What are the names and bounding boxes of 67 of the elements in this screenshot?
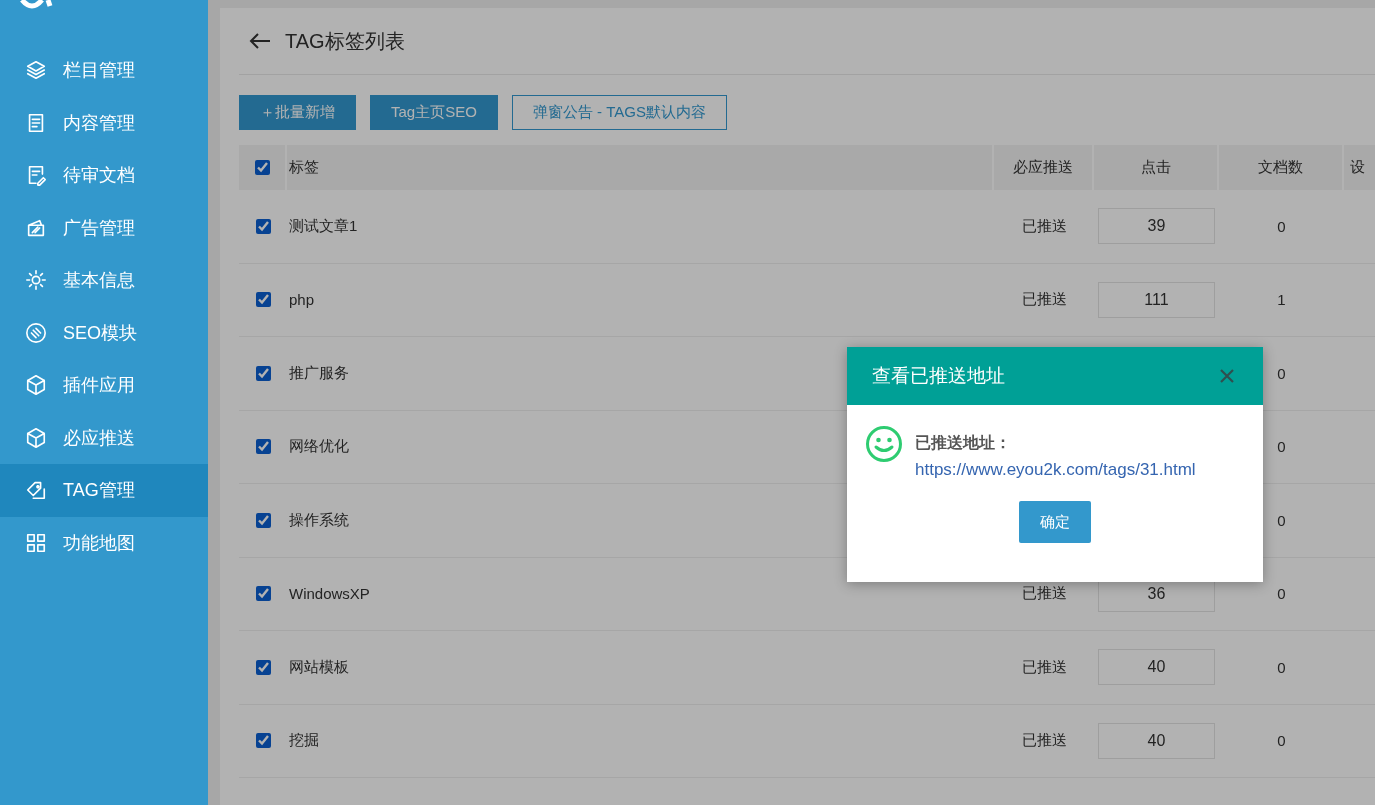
tag-name: 推广服务 — [289, 363, 349, 383]
push-status: 已推送 — [1021, 584, 1067, 604]
sidebar-item[interactable]: 基本信息 — [0, 254, 208, 307]
tag-name: 测试文章1 — [289, 216, 358, 236]
smiley-icon — [865, 425, 903, 463]
menu-item-icon — [25, 59, 47, 82]
column-header: 标签 — [287, 145, 994, 190]
sidebar-item[interactable]: TAG管理 — [0, 464, 208, 517]
menu-item-icon — [25, 269, 47, 292]
tag-name: 网络优化 — [289, 437, 349, 457]
confirm-button[interactable]: 确定 — [1019, 501, 1091, 543]
sidebar-item[interactable]: 必应推送 — [0, 411, 208, 464]
doc-count: 0 — [1277, 511, 1286, 529]
menu-item-icon — [25, 531, 47, 554]
tag-name: 网站模板 — [289, 657, 349, 677]
doc-count: 1 — [1277, 291, 1286, 309]
tag-name: 操作系统 — [289, 510, 349, 530]
tag-name: WindowsXP — [289, 585, 370, 603]
doc-count: 0 — [1277, 364, 1286, 382]
back-icon[interactable] — [249, 32, 271, 50]
sidebar-item[interactable]: 广告管理 — [0, 201, 208, 254]
menu-item-icon — [25, 374, 47, 397]
sidebar-item[interactable]: 内容管理 — [0, 96, 208, 149]
doc-count: 0 — [1277, 658, 1286, 676]
clicks-input[interactable]: 40 — [1098, 722, 1215, 759]
select-all-checkbox[interactable] — [254, 160, 270, 175]
sidebar-item[interactable]: 功能地图 — [0, 516, 208, 569]
sidebar-item[interactable]: 栏目管理 — [0, 44, 208, 97]
dialog-title: 查看已推送地址 — [872, 364, 1005, 388]
tag-name: php — [289, 291, 315, 309]
menu-item-icon — [25, 426, 47, 449]
clicks-input[interactable]: 111 — [1098, 281, 1215, 318]
push-status: 已推送 — [1021, 290, 1067, 310]
doc-count: 0 — [1277, 217, 1286, 235]
menu-item-icon — [25, 479, 47, 502]
push-status: 已推送 — [1021, 731, 1067, 751]
column-header: 必应推送 — [994, 145, 1094, 190]
row-checkbox[interactable] — [255, 586, 271, 602]
doc-count: 0 — [1277, 438, 1286, 456]
doc-count: 0 — [1277, 732, 1286, 750]
row-checkbox[interactable] — [255, 439, 271, 455]
column-header: 设 — [1344, 145, 1375, 190]
menu-item-icon — [25, 321, 47, 344]
page-title: TAG标签列表 — [285, 28, 405, 54]
toolbar-button[interactable]: 弹窗公告 - TAGS默认内容 — [511, 95, 727, 130]
column-header: 点击 — [1094, 145, 1219, 190]
tag-name: 挖掘 — [289, 731, 319, 751]
doc-count: 0 — [1277, 585, 1286, 603]
push-status: 已推送 — [1021, 216, 1067, 236]
toolbar-button[interactable]: ＋批量新增 — [239, 95, 356, 130]
row-checkbox[interactable] — [255, 659, 271, 675]
row-checkbox[interactable] — [255, 218, 271, 234]
close-icon[interactable] — [1219, 368, 1235, 384]
sidebar-item[interactable]: SEO模块 — [0, 306, 208, 359]
row-checkbox[interactable] — [255, 292, 271, 308]
toolbar-button[interactable]: Tag主页SEO — [370, 95, 498, 130]
pushed-url-link[interactable]: https://www.eyou2k.com/tags/31.html — [915, 460, 1196, 480]
clicks-input[interactable]: 39 — [1098, 208, 1215, 245]
row-checkbox[interactable] — [255, 733, 271, 749]
clicks-input[interactable]: 40 — [1098, 649, 1215, 686]
row-checkbox[interactable] — [255, 365, 271, 381]
sidebar-item[interactable]: 待审文档 — [0, 149, 208, 202]
column-header: 文档数 — [1219, 145, 1344, 190]
push-status: 已推送 — [1021, 657, 1067, 677]
sidebar-item[interactable]: 插件应用 — [0, 359, 208, 412]
dialog-label: 已推送地址： — [915, 433, 1012, 453]
row-checkbox[interactable] — [255, 512, 271, 528]
